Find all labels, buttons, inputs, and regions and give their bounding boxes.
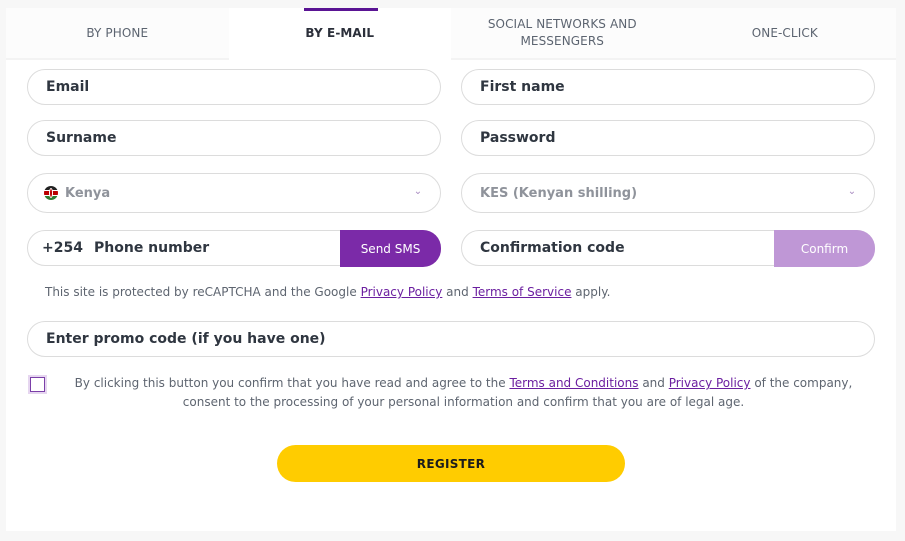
registration-tabs: BY PHONE BY E-MAIL SOCIAL NETWORKS AND M… (6, 8, 896, 60)
tab-one-click[interactable]: ONE-CLICK (673, 8, 896, 60)
email-placeholder: Email (46, 79, 90, 95)
phone-prefix: +254 (42, 240, 83, 256)
surname-field[interactable]: Surname (27, 120, 441, 156)
consent-text: By clicking this button you confirm that… (56, 374, 871, 412)
surname-placeholder: Surname (46, 130, 117, 146)
phone-field[interactable]: +254 Phone number Send SMS (27, 230, 441, 267)
send-sms-button[interactable]: Send SMS (340, 230, 441, 267)
tab-by-phone[interactable]: BY PHONE (6, 8, 229, 60)
consent-text-prefix: By clicking this button you confirm that… (74, 376, 510, 390)
recaptcha-notice: This site is protected by reCAPTCHA and … (45, 285, 610, 299)
first-name-placeholder: First name (480, 79, 565, 95)
tab-by-email[interactable]: BY E-MAIL (228, 8, 451, 60)
currency-value: KES (Kenyan shilling) (480, 185, 638, 201)
registration-panel: BY PHONE BY E-MAIL SOCIAL NETWORKS AND M… (6, 8, 896, 531)
recaptcha-privacy-link[interactable]: Privacy Policy (361, 285, 443, 299)
password-field[interactable]: Password (461, 120, 875, 156)
recaptcha-terms-link[interactable]: Terms of Service (473, 285, 572, 299)
register-button[interactable]: REGISTER (277, 445, 625, 482)
confirmation-code-field[interactable]: Confirmation code Confirm (461, 230, 875, 267)
consent-checkbox[interactable] (28, 375, 47, 394)
phone-placeholder: Phone number (94, 240, 210, 256)
recaptcha-text-middle: and (442, 285, 473, 299)
password-placeholder: Password (480, 130, 556, 146)
email-field[interactable]: Email (27, 69, 441, 105)
chevron-down-icon: ⌄ (413, 186, 423, 197)
first-name-field[interactable]: First name (461, 69, 875, 105)
consent-text-middle: and (638, 376, 669, 390)
confirm-button[interactable]: Confirm (774, 230, 875, 267)
promo-code-field[interactable]: Enter promo code (if you have one) (27, 321, 875, 357)
privacy-policy-link[interactable]: Privacy Policy (669, 376, 751, 390)
chevron-down-icon: ⌄ (847, 186, 857, 197)
currency-select[interactable]: KES (Kenyan shilling) ⌄ (461, 173, 875, 213)
tab-social-networks[interactable]: SOCIAL NETWORKS AND MESSENGERS (451, 8, 674, 60)
recaptcha-text-suffix: apply. (571, 285, 611, 299)
kenya-flag-icon (44, 186, 58, 200)
promo-code-placeholder: Enter promo code (if you have one) (46, 331, 326, 347)
checkbox-box (30, 377, 45, 392)
recaptcha-text-prefix: This site is protected by reCAPTCHA and … (45, 285, 361, 299)
terms-and-conditions-link[interactable]: Terms and Conditions (509, 376, 638, 390)
confirmation-code-placeholder: Confirmation code (480, 240, 625, 256)
country-value: Kenya (65, 185, 111, 201)
country-select[interactable]: Kenya ⌄ (27, 173, 441, 213)
